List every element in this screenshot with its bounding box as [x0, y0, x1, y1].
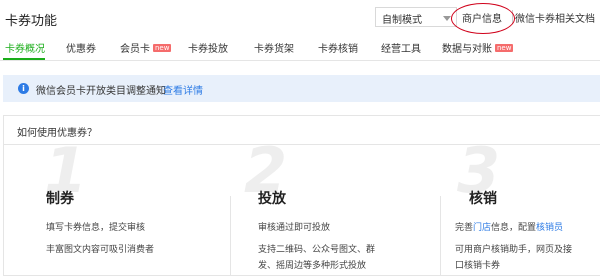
top-bar: 卡券功能 自制模式 商户信息 微信卡券相关文档	[0, 0, 600, 36]
redeemer-link[interactable]: 核销员	[536, 223, 563, 233]
tab-label: 卡券概况	[5, 44, 45, 55]
text-fragment: 信息，配置	[491, 223, 537, 233]
new-badge: new	[495, 44, 514, 52]
tab-label: 卡券核销	[318, 44, 358, 55]
tab-bar: 卡券概况 优惠券 会员卡 new 卡券投放 卡券货架 卡券核销 经营工具 数据与对…	[0, 36, 600, 61]
tab-data-reconciliation[interactable]: 数据与对账 new	[442, 40, 514, 55]
step-text: 口核销卡券	[455, 261, 501, 271]
step-text: 支持二维码、公众号图文、群	[258, 245, 376, 255]
docs-link[interactable]: 微信卡券相关文档	[515, 10, 595, 25]
tab-label: 经营工具	[381, 44, 421, 55]
notice-banner: i 微信会员卡开放类目调整通知 查看详情	[3, 75, 600, 102]
step-text: 可用商户核销助手，网页及接	[455, 245, 573, 255]
column-divider	[230, 196, 231, 276]
step-text: 完善门店信息，配置核销员	[455, 220, 563, 233]
mode-select-value: 自制模式	[382, 15, 422, 26]
tab-card-delivery[interactable]: 卡券投放	[188, 40, 228, 55]
active-tab-indicator	[3, 58, 45, 60]
tab-label: 卡券投放	[188, 44, 228, 55]
tab-card-redemption[interactable]: 卡券核销	[318, 40, 358, 55]
mode-select[interactable]: 自制模式	[375, 7, 457, 27]
chevron-down-icon	[443, 16, 451, 21]
column-divider	[440, 196, 441, 276]
step-text: 审核通过即可投放	[258, 223, 331, 233]
tab-label: 优惠券	[66, 44, 96, 55]
merchant-info-link[interactable]: 商户信息	[462, 10, 502, 25]
tab-coupons[interactable]: 优惠券	[66, 40, 96, 55]
page-title: 卡券功能	[5, 14, 58, 29]
step-title: 核销	[469, 191, 497, 207]
tab-label: 数据与对账	[442, 44, 492, 55]
tab-business-tools[interactable]: 经营工具	[381, 40, 421, 55]
text-fragment: 完善	[455, 223, 474, 233]
tab-label: 卡券货架	[254, 44, 294, 55]
guide-header: 如何使用优惠券？	[4, 116, 600, 145]
step-title: 投放	[258, 191, 286, 207]
tab-label: 会员卡	[120, 44, 150, 55]
notice-text: 微信会员卡开放类目调整通知	[36, 86, 166, 97]
divider	[512, 10, 513, 24]
usage-guide-panel: 如何使用优惠券？ 1 制券 填写卡券信息，提交审核 丰富图文内容可吸引消费者 2…	[3, 115, 600, 276]
step-text: 丰富图文内容可吸引消费者	[46, 245, 155, 255]
new-badge: new	[153, 44, 172, 52]
step-text: 发、摇周边等多种形式投放	[258, 261, 367, 271]
step-title: 制券	[46, 191, 74, 207]
step-text: 填写卡券信息，提交审核	[46, 223, 146, 233]
tab-member-card[interactable]: 会员卡 new	[120, 40, 172, 55]
tab-card-shelf[interactable]: 卡券货架	[254, 40, 294, 55]
tab-overview[interactable]: 卡券概况	[5, 40, 45, 55]
info-icon: i	[18, 83, 29, 94]
store-link[interactable]: 门店	[473, 223, 491, 233]
view-details-link[interactable]: 查看详情	[163, 82, 203, 97]
